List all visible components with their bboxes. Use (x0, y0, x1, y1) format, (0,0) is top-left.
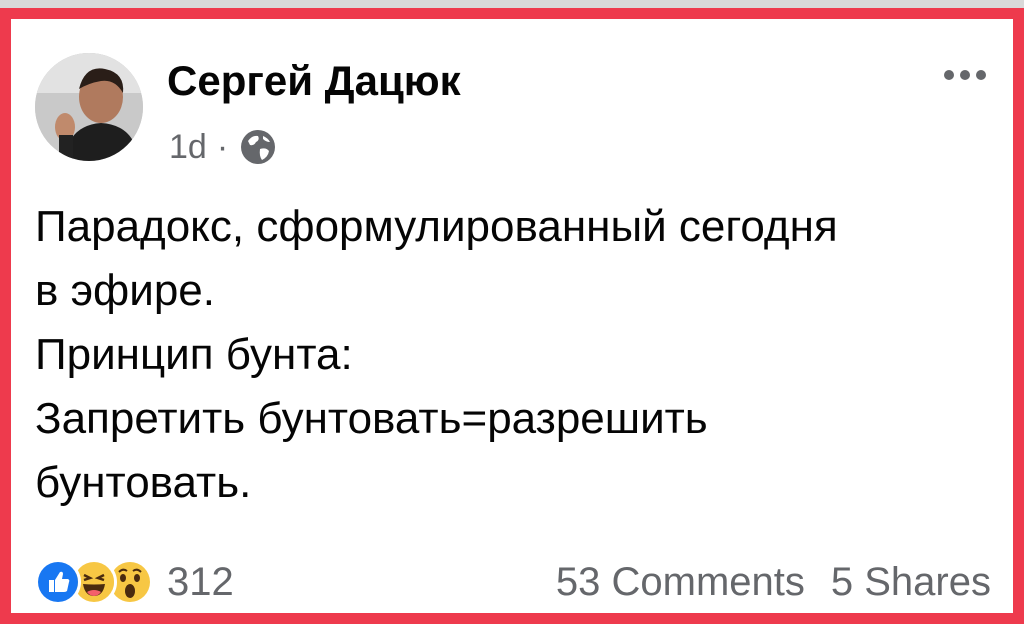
reactions-summary[interactable]: 312 (35, 559, 234, 605)
top-strip (0, 0, 1024, 8)
post-footer: 312 53 Comments 5 Shares (35, 553, 991, 611)
author-name[interactable]: Сергей Дацюк (167, 57, 461, 105)
post-line: Парадокс, сформулированный сегодня (35, 202, 838, 251)
author-avatar[interactable] (35, 53, 143, 161)
engagement-stats: 53 Comments 5 Shares (556, 560, 991, 605)
avatar-photo (35, 53, 143, 161)
comments-count[interactable]: 53 Comments (556, 560, 805, 605)
post-line: в эфире. (35, 266, 215, 315)
post-line: Запретить бунтовать=разрешить (35, 394, 708, 443)
reaction-icons (35, 559, 153, 605)
post-card: Сергей Дацюк 1d · Парадокс, сформулирова… (0, 8, 1024, 624)
more-options-icon[interactable] (941, 67, 989, 83)
post-text: Парадокс, сформулированный сегодня в эфи… (35, 195, 995, 515)
shares-count[interactable]: 5 Shares (831, 560, 991, 605)
meta-separator: · (216, 127, 229, 166)
post-meta: 1d · (169, 127, 278, 167)
post-line: Принцип бунта: (35, 330, 353, 379)
post-line: бунтовать. (35, 458, 252, 507)
reaction-count[interactable]: 312 (167, 560, 234, 605)
post-timestamp[interactable]: 1d (169, 128, 207, 167)
like-icon (35, 559, 81, 605)
globe-icon[interactable] (238, 127, 278, 167)
